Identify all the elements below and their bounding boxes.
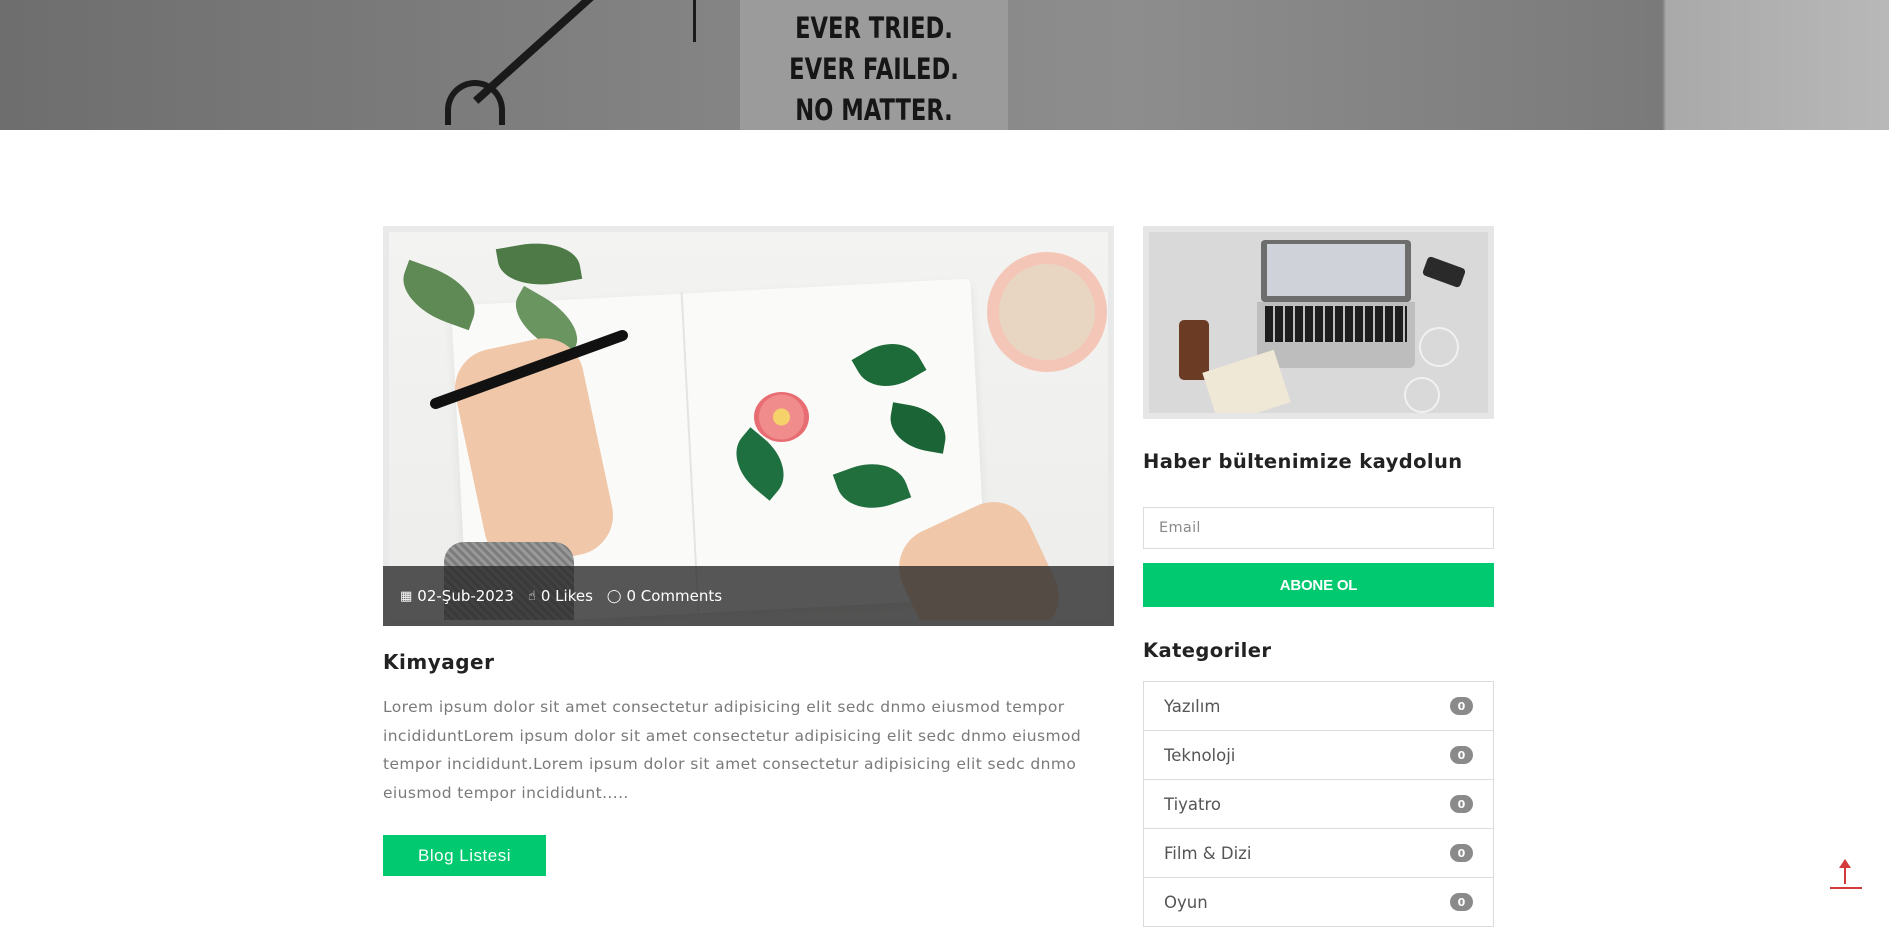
category-count-badge: 0	[1450, 795, 1473, 813]
post-likes[interactable]: ☝ 0 Likes	[528, 587, 593, 605]
blog-list-button[interactable]: Blog Listesi	[383, 835, 546, 876]
subscribe-button[interactable]: ABONE OL	[1143, 563, 1494, 607]
poster-line-1: EVER TRIED.	[795, 11, 953, 45]
leaf	[393, 259, 485, 331]
post-likes-text: 0 Likes	[540, 587, 593, 605]
poster-text: EVER TRIED. EVER FAILED. NO MATTER.	[769, 8, 978, 130]
category-item[interactable]: Film & Dizi 0	[1144, 829, 1493, 878]
laptop-keys	[1265, 306, 1407, 342]
category-count-badge: 0	[1450, 844, 1473, 862]
lamp-cord	[693, 0, 696, 42]
category-item[interactable]: Tiyatro 0	[1144, 780, 1493, 829]
arrow-up-icon-base	[1830, 887, 1862, 889]
category-count-badge: 0	[1450, 893, 1473, 911]
post-image[interactable]: ▦ 02-Şub-2023 ☝ 0 Likes ◯ 0 Comments	[383, 226, 1114, 626]
glasses-case	[1421, 255, 1467, 289]
category-list: Yazılım 0 Teknoloji 0 Tiyatro 0 Film & D…	[1143, 681, 1494, 927]
category-name: Film & Dizi	[1164, 843, 1252, 863]
post-meta-bar: ▦ 02-Şub-2023 ☝ 0 Likes ◯ 0 Comments	[383, 566, 1114, 626]
leaf	[495, 235, 583, 293]
category-item[interactable]: Teknoloji 0	[1144, 731, 1493, 780]
newsletter-title: Haber bültenimize kaydolun	[1143, 450, 1463, 473]
sidebar-image	[1143, 226, 1494, 419]
post-title[interactable]: Kimyager	[383, 650, 494, 674]
comment-icon: ◯	[606, 588, 622, 604]
category-count-badge: 0	[1450, 746, 1473, 764]
blog-post: ▦ 02-Şub-2023 ☝ 0 Likes ◯ 0 Comments Kim…	[383, 226, 1114, 876]
sidebar: Haber bültenimize kaydolun ABONE OL Kate…	[1143, 226, 1494, 927]
arrow-up-icon-shaft	[1844, 860, 1846, 884]
glass	[1404, 377, 1440, 413]
category-name: Oyun	[1164, 892, 1208, 912]
poster-line-2: EVER FAILED.	[789, 52, 959, 86]
post-comments[interactable]: ◯ 0 Comments	[607, 587, 722, 605]
hero-banner: EVER TRIED. EVER FAILED. NO MATTER.	[0, 0, 1889, 130]
scroll-to-top-button[interactable]	[1830, 856, 1862, 890]
category-item[interactable]: Oyun 0	[1144, 878, 1493, 927]
category-count-badge: 0	[1450, 697, 1473, 715]
category-name: Yazılım	[1164, 696, 1221, 716]
post-excerpt: Lorem ipsum dolor sit amet consectetur a…	[383, 698, 1082, 802]
hero-poster: EVER TRIED. EVER FAILED. NO MATTER.	[740, 0, 1008, 130]
category-name: Tiyatro	[1164, 794, 1222, 814]
laptop-desk-illustration	[1149, 232, 1488, 413]
drawn-flower	[754, 392, 809, 442]
glass	[1419, 327, 1459, 367]
post-date-text: 02-Şub-2023	[417, 587, 514, 605]
poster-line-3: NO MATTER.	[795, 93, 953, 127]
post-comments-text: 0 Comments	[626, 587, 723, 605]
category-name: Teknoloji	[1164, 745, 1236, 765]
thumbs-up-icon: ☝	[527, 588, 536, 604]
laptop-screen	[1267, 244, 1405, 296]
categories-title: Kategoriler	[1143, 639, 1272, 662]
post-date: ▦ 02-Şub-2023	[400, 587, 514, 605]
category-item[interactable]: Yazılım 0	[1144, 682, 1493, 731]
calendar-icon: ▦	[400, 588, 413, 604]
post-image-illustration	[389, 232, 1108, 620]
email-field[interactable]	[1143, 507, 1494, 549]
cup-inside	[999, 264, 1095, 360]
